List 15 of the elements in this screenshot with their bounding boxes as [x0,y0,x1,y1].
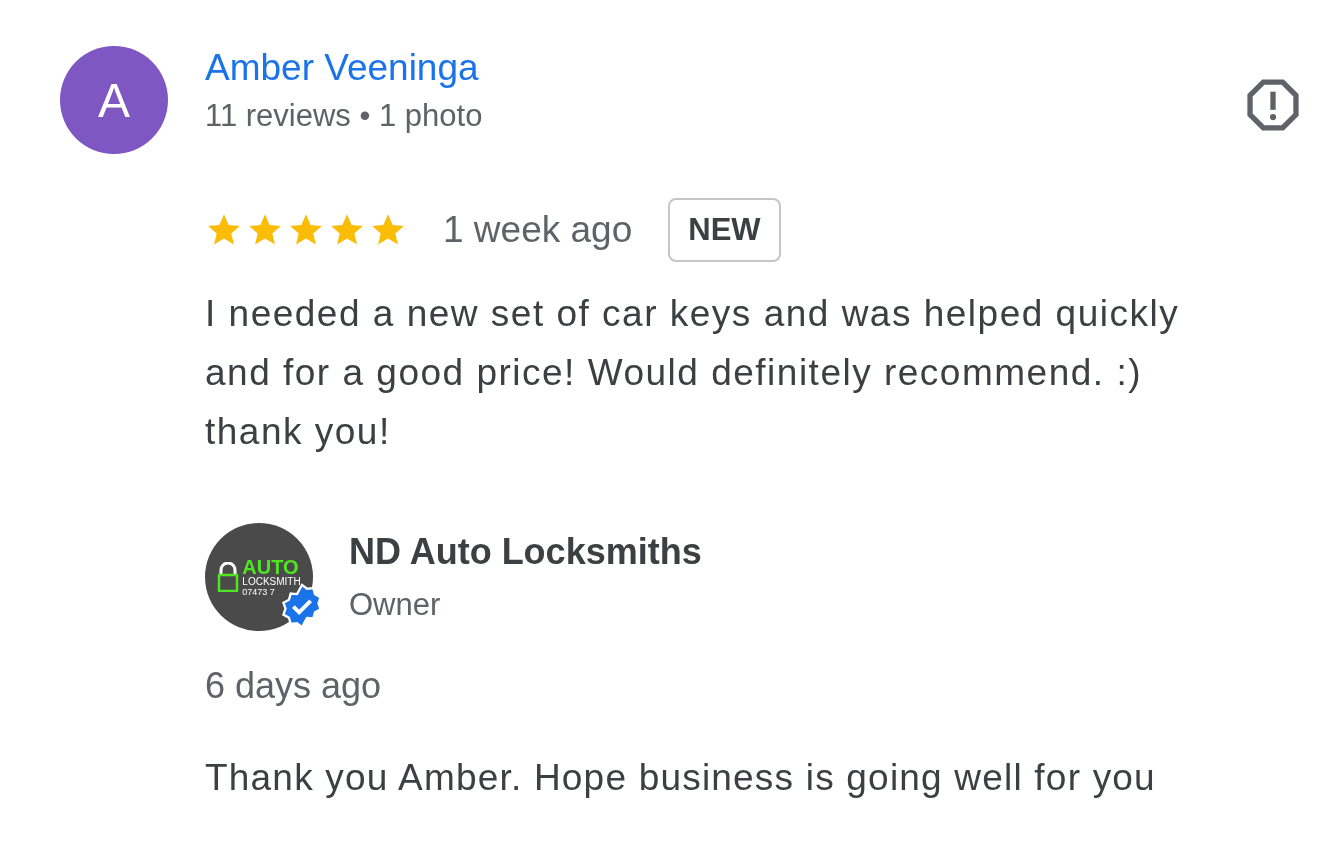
logo-subtitle: LOCKSMITH [242,575,301,587]
review-text: I needed a new set of car keys and was helped quickly and for a good price! Would definitely recommend. :) thank you! [205,292,1181,454]
logo-phone: 07473 7 [242,586,275,597]
padlock-icon [217,562,240,592]
reply-time: 6 days ago [205,665,383,707]
avatar[interactable]: A [60,46,168,154]
owner-role: Owner [349,587,442,623]
reply-text: Thank you Amber. Hope business is going well for you [205,757,1157,799]
review-time: 1 week ago [443,209,633,251]
report-icon[interactable] [1244,76,1302,134]
owner-name: ND Auto Locksmiths [349,531,702,573]
author-meta: 11 reviews • 1 photo [205,97,484,135]
logo-word: AUTO [242,557,299,576]
new-badge: NEW [668,198,781,262]
author-name[interactable]: Amber Veeninga [205,46,1244,90]
